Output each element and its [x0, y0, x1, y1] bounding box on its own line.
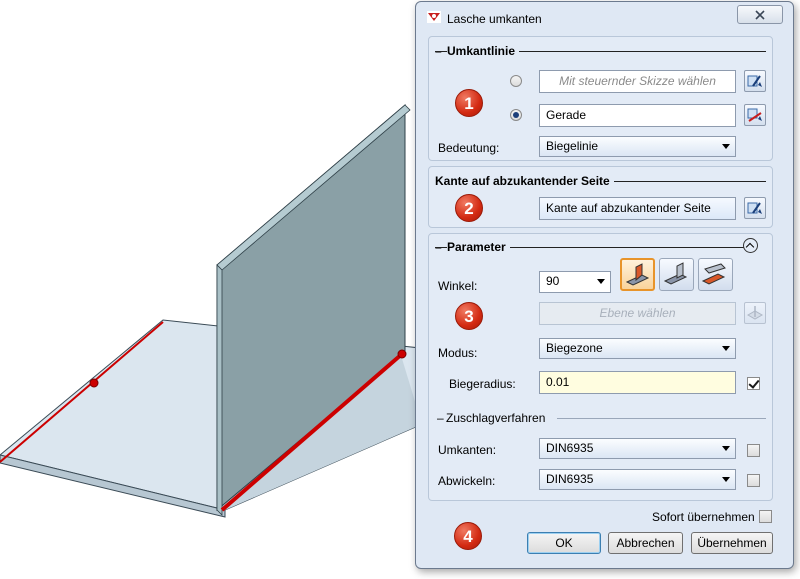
- allowance-group-label: Zuschlagverfahren: [446, 411, 546, 425]
- cancel-button[interactable]: Abbrechen: [608, 532, 683, 554]
- step-badge-3: 3: [455, 302, 483, 330]
- mode-value: Biegezone: [546, 341, 603, 355]
- sketch-select-field[interactable]: Mit steuernder Skizze wählen: [539, 70, 736, 93]
- sketch-pick-button[interactable]: [744, 70, 766, 92]
- unfold-method-label: Abwickeln:: [438, 474, 496, 488]
- pick-plane-icon: [746, 306, 764, 320]
- bend-type-center-button[interactable]: [698, 258, 733, 291]
- allowance-group-dash: –: [437, 411, 444, 425]
- radius-checkbox[interactable]: [747, 377, 760, 390]
- bend-method-checkbox[interactable]: [747, 444, 760, 457]
- unfold-method-checkbox[interactable]: [747, 474, 760, 487]
- dialog-title: Lasche umkanten: [447, 12, 542, 26]
- bend-method-label: Umkanten:: [438, 443, 497, 457]
- parameter-header[interactable]: – Parameter: [435, 240, 750, 254]
- titlebar[interactable]: Lasche umkanten: [416, 2, 793, 32]
- section-title: Umkantlinie: [447, 44, 520, 58]
- chevron-down-icon: [722, 477, 730, 482]
- radius-input[interactable]: 0.01: [539, 371, 736, 394]
- chevron-down-icon: [722, 144, 730, 149]
- radio-line[interactable]: [510, 109, 522, 121]
- angle-combobox[interactable]: 90: [539, 271, 611, 293]
- unfold-method-value: DIN6935: [546, 472, 594, 486]
- kante-header[interactable]: Kante auf abzukantender Seite: [435, 174, 766, 188]
- angle-value: 90: [546, 274, 560, 288]
- step-badge-2: 2: [455, 194, 483, 222]
- close-icon: [755, 10, 765, 20]
- ok-button[interactable]: OK: [527, 532, 601, 554]
- pick-sketch-icon: [747, 75, 762, 87]
- radio-sketch[interactable]: [510, 75, 522, 87]
- section-title: Parameter: [447, 240, 510, 254]
- bend-inside-icon: [625, 263, 650, 286]
- chevron-down-icon: [722, 346, 730, 351]
- lasche-umkanten-dialog: Lasche umkanten – Umkantlinie Mit steuer…: [415, 1, 794, 569]
- pick-line-icon: [747, 108, 762, 122]
- edge-select-field[interactable]: Kante auf abzukantender Seite: [539, 197, 736, 220]
- apply-immediately-checkbox[interactable]: [759, 510, 772, 523]
- close-button[interactable]: [737, 5, 783, 24]
- radius-label: Biegeradius:: [449, 377, 516, 391]
- angle-label: Winkel:: [438, 279, 478, 293]
- bend-center-icon: [701, 263, 726, 285]
- apply-button[interactable]: Übernehmen: [691, 532, 773, 554]
- meaning-dropdown[interactable]: Biegelinie: [539, 136, 736, 157]
- step-badge-4: 4: [454, 522, 482, 550]
- allowance-divider: [557, 418, 766, 419]
- bend-type-outside-button[interactable]: [659, 258, 694, 291]
- app-logo-icon: [427, 11, 441, 23]
- meaning-value: Biegelinie: [546, 139, 599, 153]
- edge-pick-button[interactable]: [744, 197, 766, 219]
- bend-method-value: DIN6935: [546, 441, 594, 455]
- mode-dropdown[interactable]: Biegezone: [539, 338, 736, 359]
- apply-immediately-label: Sofort übernehmen: [652, 510, 755, 524]
- bend-method-dropdown[interactable]: DIN6935: [539, 438, 736, 459]
- edge-midpoint-marker: [89, 378, 99, 388]
- chevron-down-icon: [597, 279, 605, 284]
- pick-edge-icon: [747, 202, 762, 214]
- chevron-down-icon: [722, 446, 730, 451]
- unfold-method-dropdown[interactable]: DIN6935: [539, 469, 736, 490]
- line-select-field[interactable]: Gerade: [539, 104, 736, 127]
- collapse-section-button[interactable]: [743, 238, 758, 253]
- bend-line-endpoint-marker: [397, 349, 407, 359]
- meaning-label: Bedeutung:: [438, 141, 500, 155]
- umkantlinie-panel: – Umkantlinie Mit steuernder Skizze wähl…: [428, 36, 773, 161]
- section-title: Kante auf abzukantender Seite: [435, 174, 614, 188]
- parameter-panel: – Parameter Winkel: 90 3 Ebene wählen Mo…: [428, 233, 773, 501]
- step-badge-1: 1: [455, 89, 483, 117]
- flange-side-edge: [216, 264, 223, 516]
- bend-type-inside-button[interactable]: [620, 258, 655, 291]
- plane-pick-button: [744, 302, 766, 324]
- bend-outside-icon: [663, 262, 688, 285]
- mode-label: Modus:: [438, 346, 478, 360]
- kante-panel: Kante auf abzukantender Seite 2 Kante au…: [428, 166, 773, 228]
- plane-select-field: Ebene wählen: [539, 302, 736, 325]
- line-pick-button[interactable]: [744, 104, 766, 126]
- umkantlinie-header[interactable]: – Umkantlinie: [435, 44, 766, 58]
